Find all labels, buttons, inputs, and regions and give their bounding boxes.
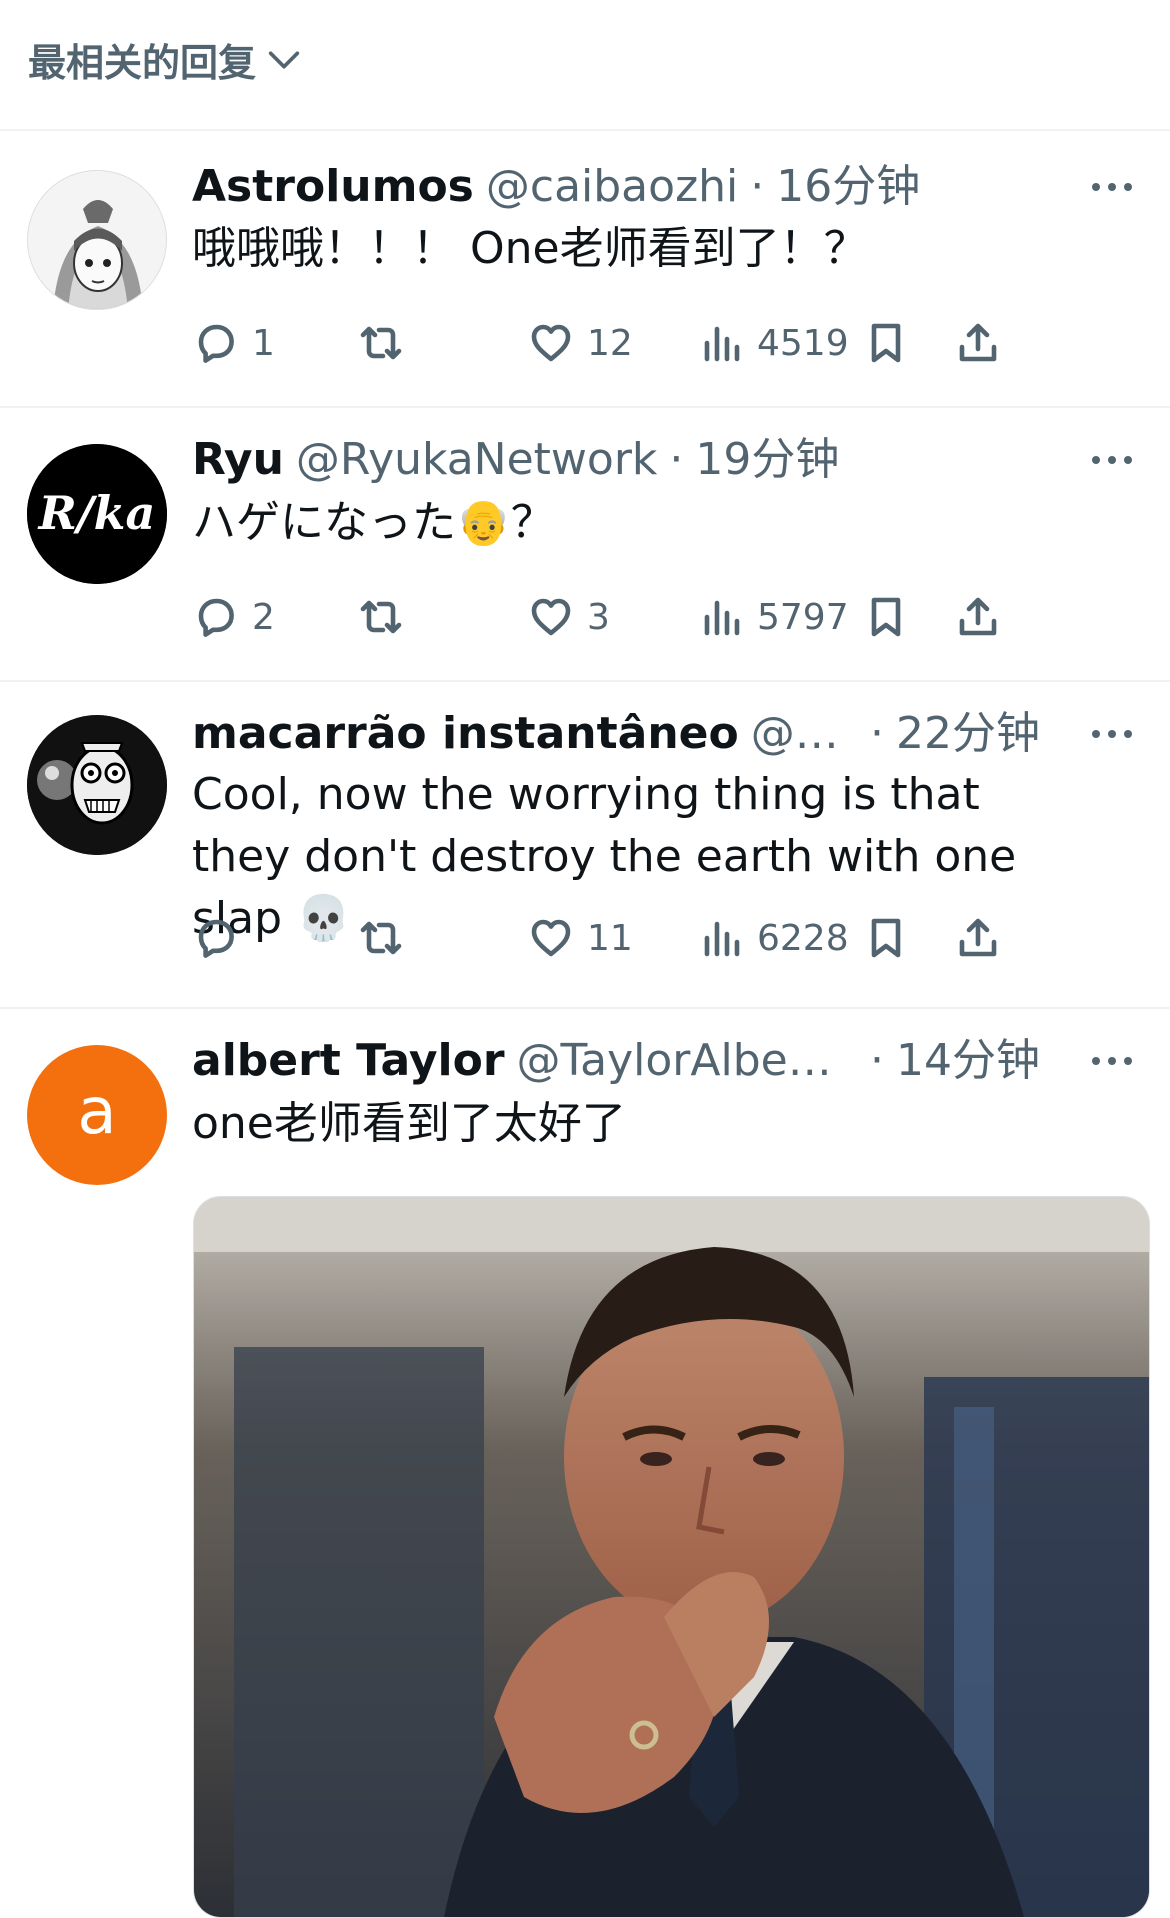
like-count: 3 [587, 596, 610, 638]
author-name[interactable]: Astrolumos [192, 159, 474, 215]
timestamp[interactable]: 14分钟 [896, 1033, 1040, 1089]
reply-text: ハゲになった👴？ [192, 497, 555, 548]
like-button[interactable]: 11 [527, 908, 633, 968]
sort-bar: 最相关的回复 [0, 0, 1170, 131]
reply-item[interactable]: macarrão instantâneo @shitp... · 22分钟 Co… [0, 682, 1170, 1009]
reply-header: Ryu @RyukaNetwork · 19分钟 [192, 432, 1040, 488]
like-count: 12 [587, 322, 633, 364]
timestamp[interactable]: 16分钟 [776, 159, 920, 215]
share-button[interactable] [954, 313, 1002, 373]
more-options-button[interactable] [1082, 432, 1142, 488]
views-button[interactable]: 5797 [697, 587, 849, 647]
sort-label: 最相关的回复 [28, 41, 257, 85]
bookmark-button[interactable] [862, 313, 910, 373]
share-button[interactable] [954, 587, 1002, 647]
retweet-button[interactable] [357, 313, 417, 373]
analytics-icon [704, 600, 740, 636]
avatar[interactable] [27, 715, 167, 855]
reply-item[interactable]: Astrolumos @caibaozhi · 16分钟 哦哦哦！！！ One老… [0, 133, 1170, 408]
action-bar: 2 3 5797 [192, 587, 1142, 647]
sort-dropdown[interactable]: 最相关的回复 [28, 32, 304, 87]
author-name[interactable]: albert Taylor [192, 1033, 505, 1089]
retweet-icon [360, 921, 402, 955]
avatar-letter: a [77, 1075, 117, 1149]
view-count: 5797 [757, 596, 849, 638]
avatar[interactable]: a [27, 1045, 167, 1185]
share-button[interactable] [954, 908, 1002, 968]
bookmark-button[interactable] [862, 908, 910, 968]
reply-icon [198, 598, 234, 637]
reply-button[interactable] [192, 908, 252, 968]
action-bar: 1 12 4519 [192, 313, 1142, 373]
more-icon [1092, 183, 1132, 191]
views-button[interactable]: 4519 [697, 313, 849, 373]
author-name[interactable]: macarrão instantâneo [192, 706, 739, 762]
retweet-icon [360, 600, 402, 634]
view-count: 6228 [757, 917, 849, 959]
views-button[interactable]: 6228 [697, 908, 849, 968]
author-name[interactable]: Ryu [192, 432, 284, 488]
more-options-button[interactable] [1082, 706, 1142, 762]
reply-count: 2 [252, 596, 275, 638]
reply-button[interactable]: 2 [192, 587, 275, 647]
reply-item[interactable]: R/ka Ryu @RyukaNetwork · 19分钟 ハゲになった👴？ 2… [0, 408, 1170, 682]
reply-header: macarrão instantâneo @shitp... · 22分钟 [192, 706, 1040, 762]
action-bar: 11 6228 [192, 908, 1142, 968]
chevron-down-icon [268, 51, 300, 68]
reply-header: albert Taylor @TaylorAlbe87328 · 14分钟 [192, 1033, 1040, 1089]
separator: · [870, 1035, 884, 1086]
reply-header: Astrolumos @caibaozhi · 16分钟 [192, 159, 1040, 215]
analytics-icon [704, 326, 740, 362]
more-icon [1092, 1057, 1132, 1065]
reply-button[interactable]: 1 [192, 313, 275, 373]
retweet-button[interactable] [357, 587, 417, 647]
separator: · [750, 161, 765, 212]
reply-text: 哦哦哦！！！ One老师看到了！？ [192, 223, 868, 274]
author-handle[interactable]: @RyukaNetwork [296, 432, 657, 488]
reply-count: 1 [252, 322, 275, 364]
bookmark-icon [871, 597, 901, 637]
separator: · [669, 434, 684, 485]
heart-icon [531, 324, 571, 362]
author-handle[interactable]: @shitp... [751, 706, 858, 762]
reply-icon [198, 324, 234, 363]
bookmark-icon [871, 918, 901, 958]
like-button[interactable]: 3 [527, 587, 610, 647]
more-icon [1092, 456, 1132, 464]
bookmark-button[interactable] [862, 587, 910, 647]
retweet-icon [360, 326, 402, 360]
like-count: 11 [587, 917, 633, 959]
analytics-icon [704, 921, 740, 957]
share-icon [959, 918, 997, 957]
share-icon [959, 597, 997, 636]
timestamp[interactable]: 22分钟 [896, 706, 1040, 762]
author-handle[interactable]: @TaylorAlbe87328 [517, 1033, 858, 1089]
reply-icon [198, 919, 234, 958]
like-button[interactable]: 12 [527, 313, 633, 373]
more-options-button[interactable] [1082, 1033, 1142, 1089]
bookmark-icon [871, 323, 901, 363]
heart-icon [531, 919, 571, 957]
share-icon [959, 323, 997, 362]
reply-text: one老师看到了太好了 [192, 1098, 626, 1149]
timestamp[interactable]: 19分钟 [695, 432, 839, 488]
heart-icon [531, 598, 571, 636]
separator: · [870, 708, 884, 759]
more-icon [1092, 730, 1132, 738]
author-handle[interactable]: @caibaozhi [486, 159, 738, 215]
more-options-button[interactable] [1082, 159, 1142, 215]
view-count: 4519 [757, 322, 849, 364]
media-image[interactable] [193, 1196, 1150, 1918]
avatar[interactable]: R/ka [27, 444, 167, 584]
ryu-logo-text: R/ka [37, 486, 156, 540]
avatar[interactable] [27, 170, 167, 310]
retweet-button[interactable] [357, 908, 417, 968]
